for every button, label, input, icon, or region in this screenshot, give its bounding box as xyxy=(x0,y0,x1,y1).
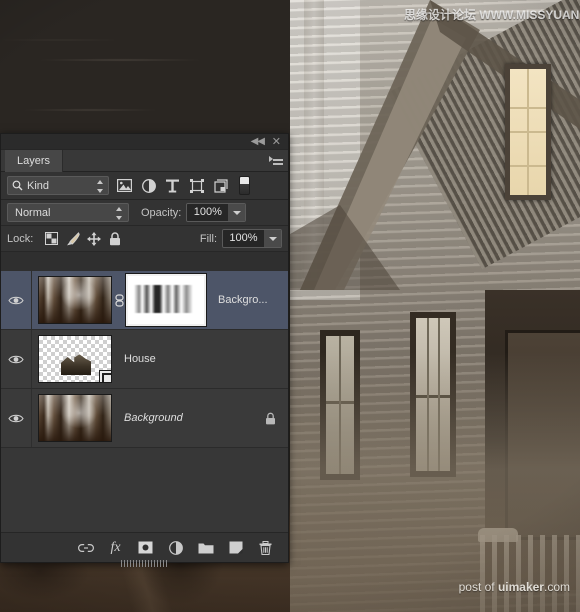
filter-kind-label: Kind xyxy=(27,179,50,192)
smart-object-badge-icon xyxy=(99,370,111,382)
watermark-bottom-brand: uimaker xyxy=(497,580,544,594)
house-cutout-preview xyxy=(61,354,91,375)
lock-label: Lock: xyxy=(7,232,34,245)
lock-image-pixels-icon[interactable] xyxy=(62,230,83,248)
new-layer-icon[interactable] xyxy=(227,539,244,556)
layer-thumbnail[interactable] xyxy=(38,276,112,324)
layers-panel: ◀◀ ✕ Layers Kind Normal Opacity: 100% Lo… xyxy=(0,133,289,567)
layer-name[interactable]: Background xyxy=(124,412,183,424)
blend-mode-row: Normal Opacity: 100% xyxy=(1,200,288,226)
eye-icon xyxy=(8,355,24,363)
watermark-top: 思缘设计论坛 WWW.MISSYUAN.COM xyxy=(404,8,580,22)
layer-list[interactable]: Backgro... House Background xyxy=(1,271,288,532)
lock-row: Lock: Fill: 100% xyxy=(1,226,288,252)
layer-thumbnail[interactable] xyxy=(38,394,112,442)
layers-panel-footer: fx xyxy=(1,532,288,562)
lock-transparent-pixels-icon[interactable] xyxy=(41,230,62,248)
link-layers-icon[interactable] xyxy=(77,539,94,556)
blend-mode-value: Normal xyxy=(15,207,51,219)
lit-attic-window xyxy=(505,64,551,200)
chevron-updown-icon[interactable] xyxy=(97,180,104,193)
filter-type-layers-icon[interactable] xyxy=(164,177,181,194)
search-icon xyxy=(12,180,23,191)
filter-smart-objects-icon[interactable] xyxy=(212,177,229,194)
house-photo xyxy=(290,0,580,612)
link-mask-icon[interactable] xyxy=(112,293,126,307)
opacity-field[interactable]: 100% xyxy=(186,203,247,222)
filter-pixel-layers-icon[interactable] xyxy=(116,177,133,194)
panel-tab-row: Layers xyxy=(1,150,288,172)
panel-titlebar[interactable]: ◀◀ ✕ xyxy=(1,134,288,150)
eye-icon xyxy=(8,296,24,304)
panel-menu-icon[interactable] xyxy=(269,155,283,166)
double-left-chevron-icon[interactable]: ◀◀ xyxy=(251,136,265,148)
layer-visibility-toggle[interactable] xyxy=(1,389,32,447)
layer-visibility-toggle[interactable] xyxy=(1,271,32,329)
filter-adjustment-layers-icon[interactable] xyxy=(140,177,157,194)
layer-mask-thumbnail[interactable] xyxy=(125,273,207,327)
layer-visibility-toggle[interactable] xyxy=(1,330,32,388)
new-adjustment-layer-icon[interactable] xyxy=(167,539,184,556)
blend-mode-select[interactable]: Normal xyxy=(7,203,129,222)
delete-layer-icon[interactable] xyxy=(257,539,274,556)
fill-slider-arrow-icon[interactable] xyxy=(264,230,281,247)
opacity-slider-arrow-icon[interactable] xyxy=(228,204,246,221)
opacity-label: Opacity: xyxy=(141,206,182,219)
lock-position-icon[interactable] xyxy=(83,230,104,248)
add-layer-mask-icon[interactable] xyxy=(137,539,154,556)
watermark-bottom-suffix: .com xyxy=(543,580,570,594)
tab-layers[interactable]: Layers xyxy=(5,150,64,172)
eye-icon xyxy=(8,414,24,422)
fill-label: Fill: xyxy=(199,232,217,245)
close-icon[interactable]: ✕ xyxy=(272,136,281,148)
table-row[interactable]: Backgro... xyxy=(1,271,288,330)
layer-thumbnail[interactable] xyxy=(38,335,112,383)
screenshot-root: 思缘设计论坛 WWW.MISSYUAN.COM post of uimaker.… xyxy=(0,0,580,612)
layer-name[interactable]: House xyxy=(124,353,156,365)
filter-shape-layers-icon[interactable] xyxy=(188,177,205,194)
filter-enable-toggle[interactable] xyxy=(239,176,250,195)
fill-value[interactable]: 100% xyxy=(223,230,264,247)
filter-kind-select[interactable]: Kind xyxy=(7,176,109,195)
watermark-bottom-prefix: post of xyxy=(458,580,498,594)
watermark-bottom: post of uimaker.com xyxy=(459,580,570,594)
table-row[interactable]: House xyxy=(1,330,288,389)
lock-all-icon[interactable] xyxy=(104,230,125,248)
layer-name[interactable]: Backgro... xyxy=(218,294,268,306)
panel-resize-grip[interactable] xyxy=(120,560,169,567)
locked-layer-icon xyxy=(265,412,276,425)
layer-style-fx-icon[interactable]: fx xyxy=(107,539,124,556)
ground-fog xyxy=(290,352,580,612)
new-group-icon[interactable] xyxy=(197,539,214,556)
fill-field[interactable]: 100% xyxy=(222,229,282,248)
opacity-value[interactable]: 100% xyxy=(187,204,229,221)
layer-filter-bar: Kind xyxy=(1,172,288,200)
chevron-updown-icon[interactable] xyxy=(116,207,123,220)
table-row[interactable]: Background xyxy=(1,389,288,448)
